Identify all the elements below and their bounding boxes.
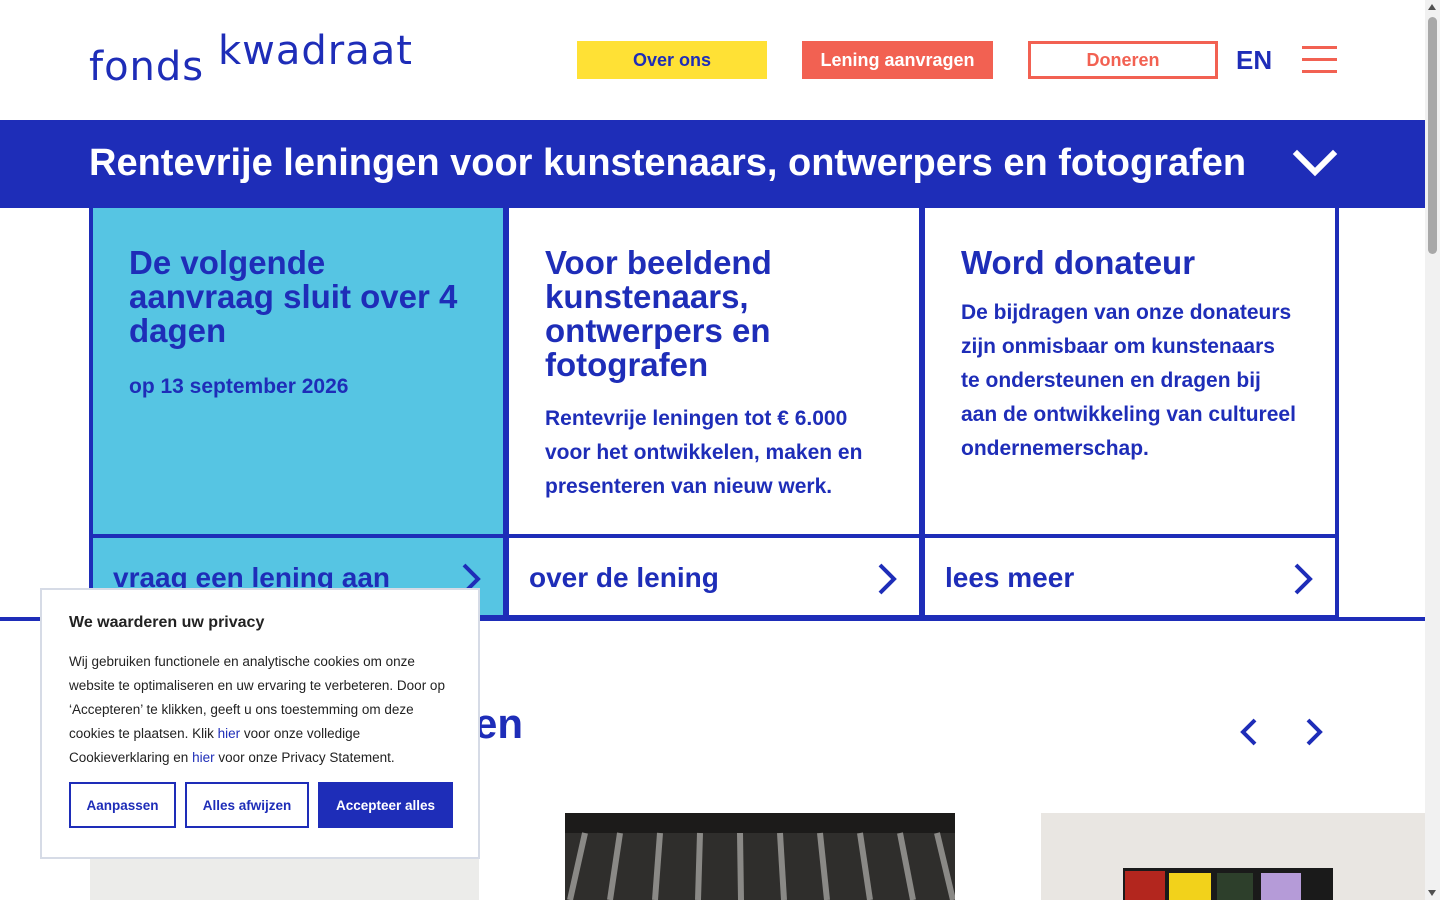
cookie-text: Wij gebruiken functionele en analytische…: [69, 650, 451, 770]
carousel-next-icon[interactable]: [1300, 716, 1330, 748]
language-switch-en[interactable]: EN: [1236, 45, 1272, 76]
chevron-right-icon: [878, 563, 897, 594]
card-link-over-de-lening[interactable]: over de lening: [509, 534, 919, 619]
card-title: Word donateur: [961, 244, 1196, 281]
card-link-label: lees meer: [945, 561, 1075, 593]
card-donateur: Word donateur De bijdragen van onze dona…: [921, 208, 1339, 619]
cookie-title: We waarderen uw privacy: [69, 614, 265, 631]
card-deadline: De volgende aanvraag sluit over 4 dagen …: [89, 208, 507, 619]
logo-word-fonds: fonds: [89, 44, 205, 90]
thumbnail-image: [565, 813, 955, 900]
section-title: en: [474, 700, 524, 747]
page-scrollbar[interactable]: [1425, 0, 1440, 900]
cookie-customize-button[interactable]: Aanpassen: [69, 782, 176, 828]
card-subtitle: Rentevrije leningen tot € 6.000 voor het…: [545, 407, 863, 498]
card-lening-info: Voor beeldend kunstenaars, ontwerpers en…: [505, 208, 923, 619]
hamburger-icon[interactable]: [1302, 46, 1337, 73]
site-header: fonds kwadraat Over ons Lening aanvragen…: [0, 0, 1425, 120]
card-body: De volgende aanvraag sluit over 4 dagen …: [93, 208, 503, 534]
doneren-button[interactable]: Doneren: [1028, 41, 1218, 79]
chevron-down-icon[interactable]: [1290, 144, 1340, 184]
card-title: De volgende aanvraag sluit over 4 dagen: [129, 244, 458, 349]
cookie-text-part: voor onze Privacy Statement.: [214, 750, 395, 765]
card-link-label: over de lening: [529, 561, 719, 593]
thumbnail-image: [1041, 813, 1425, 900]
cookie-consent-dialog: We waarderen uw privacy Wij gebruiken fu…: [40, 588, 480, 859]
cookie-policy-link[interactable]: hier: [218, 726, 241, 741]
cookie-reject-button[interactable]: Alles afwijzen: [185, 782, 309, 828]
card-subtitle: op 13 september 2026: [129, 375, 349, 398]
cookie-buttons: Aanpassen Alles afwijzen Accepteer alles: [69, 782, 453, 828]
card-subtitle: De bijdragen van onze donateurs zijn onm…: [961, 301, 1296, 460]
card-link-lees-meer[interactable]: lees meer: [925, 534, 1335, 619]
card-body: Word donateur De bijdragen van onze dona…: [925, 208, 1335, 534]
over-ons-button[interactable]: Over ons: [577, 41, 767, 79]
scroll-down-arrow-icon[interactable]: [1428, 890, 1436, 896]
logo-word-kwadraat: kwadraat: [218, 28, 413, 74]
lening-aanvragen-button[interactable]: Lening aanvragen: [802, 41, 993, 79]
chevron-right-icon: [1294, 563, 1313, 594]
cookie-accept-button[interactable]: Accepteer alles: [318, 782, 453, 828]
banner-title: Rentevrije leningen voor kunstenaars, on…: [89, 142, 1247, 184]
carousel-prev-icon[interactable]: [1235, 716, 1265, 748]
project-thumbnail[interactable]: [1041, 813, 1425, 900]
info-cards: De volgende aanvraag sluit over 4 dagen …: [89, 208, 1339, 619]
scroll-up-arrow-icon[interactable]: [1428, 4, 1436, 10]
loans-banner[interactable]: Rentevrije leningen voor kunstenaars, on…: [0, 120, 1425, 208]
scrollbar-thumb[interactable]: [1428, 17, 1437, 254]
project-thumbnail[interactable]: [565, 813, 955, 900]
privacy-statement-link[interactable]: hier: [192, 750, 215, 765]
card-title: Voor beeldend kunstenaars, ontwerpers en…: [545, 244, 772, 383]
card-body: Voor beeldend kunstenaars, ontwerpers en…: [509, 208, 919, 534]
